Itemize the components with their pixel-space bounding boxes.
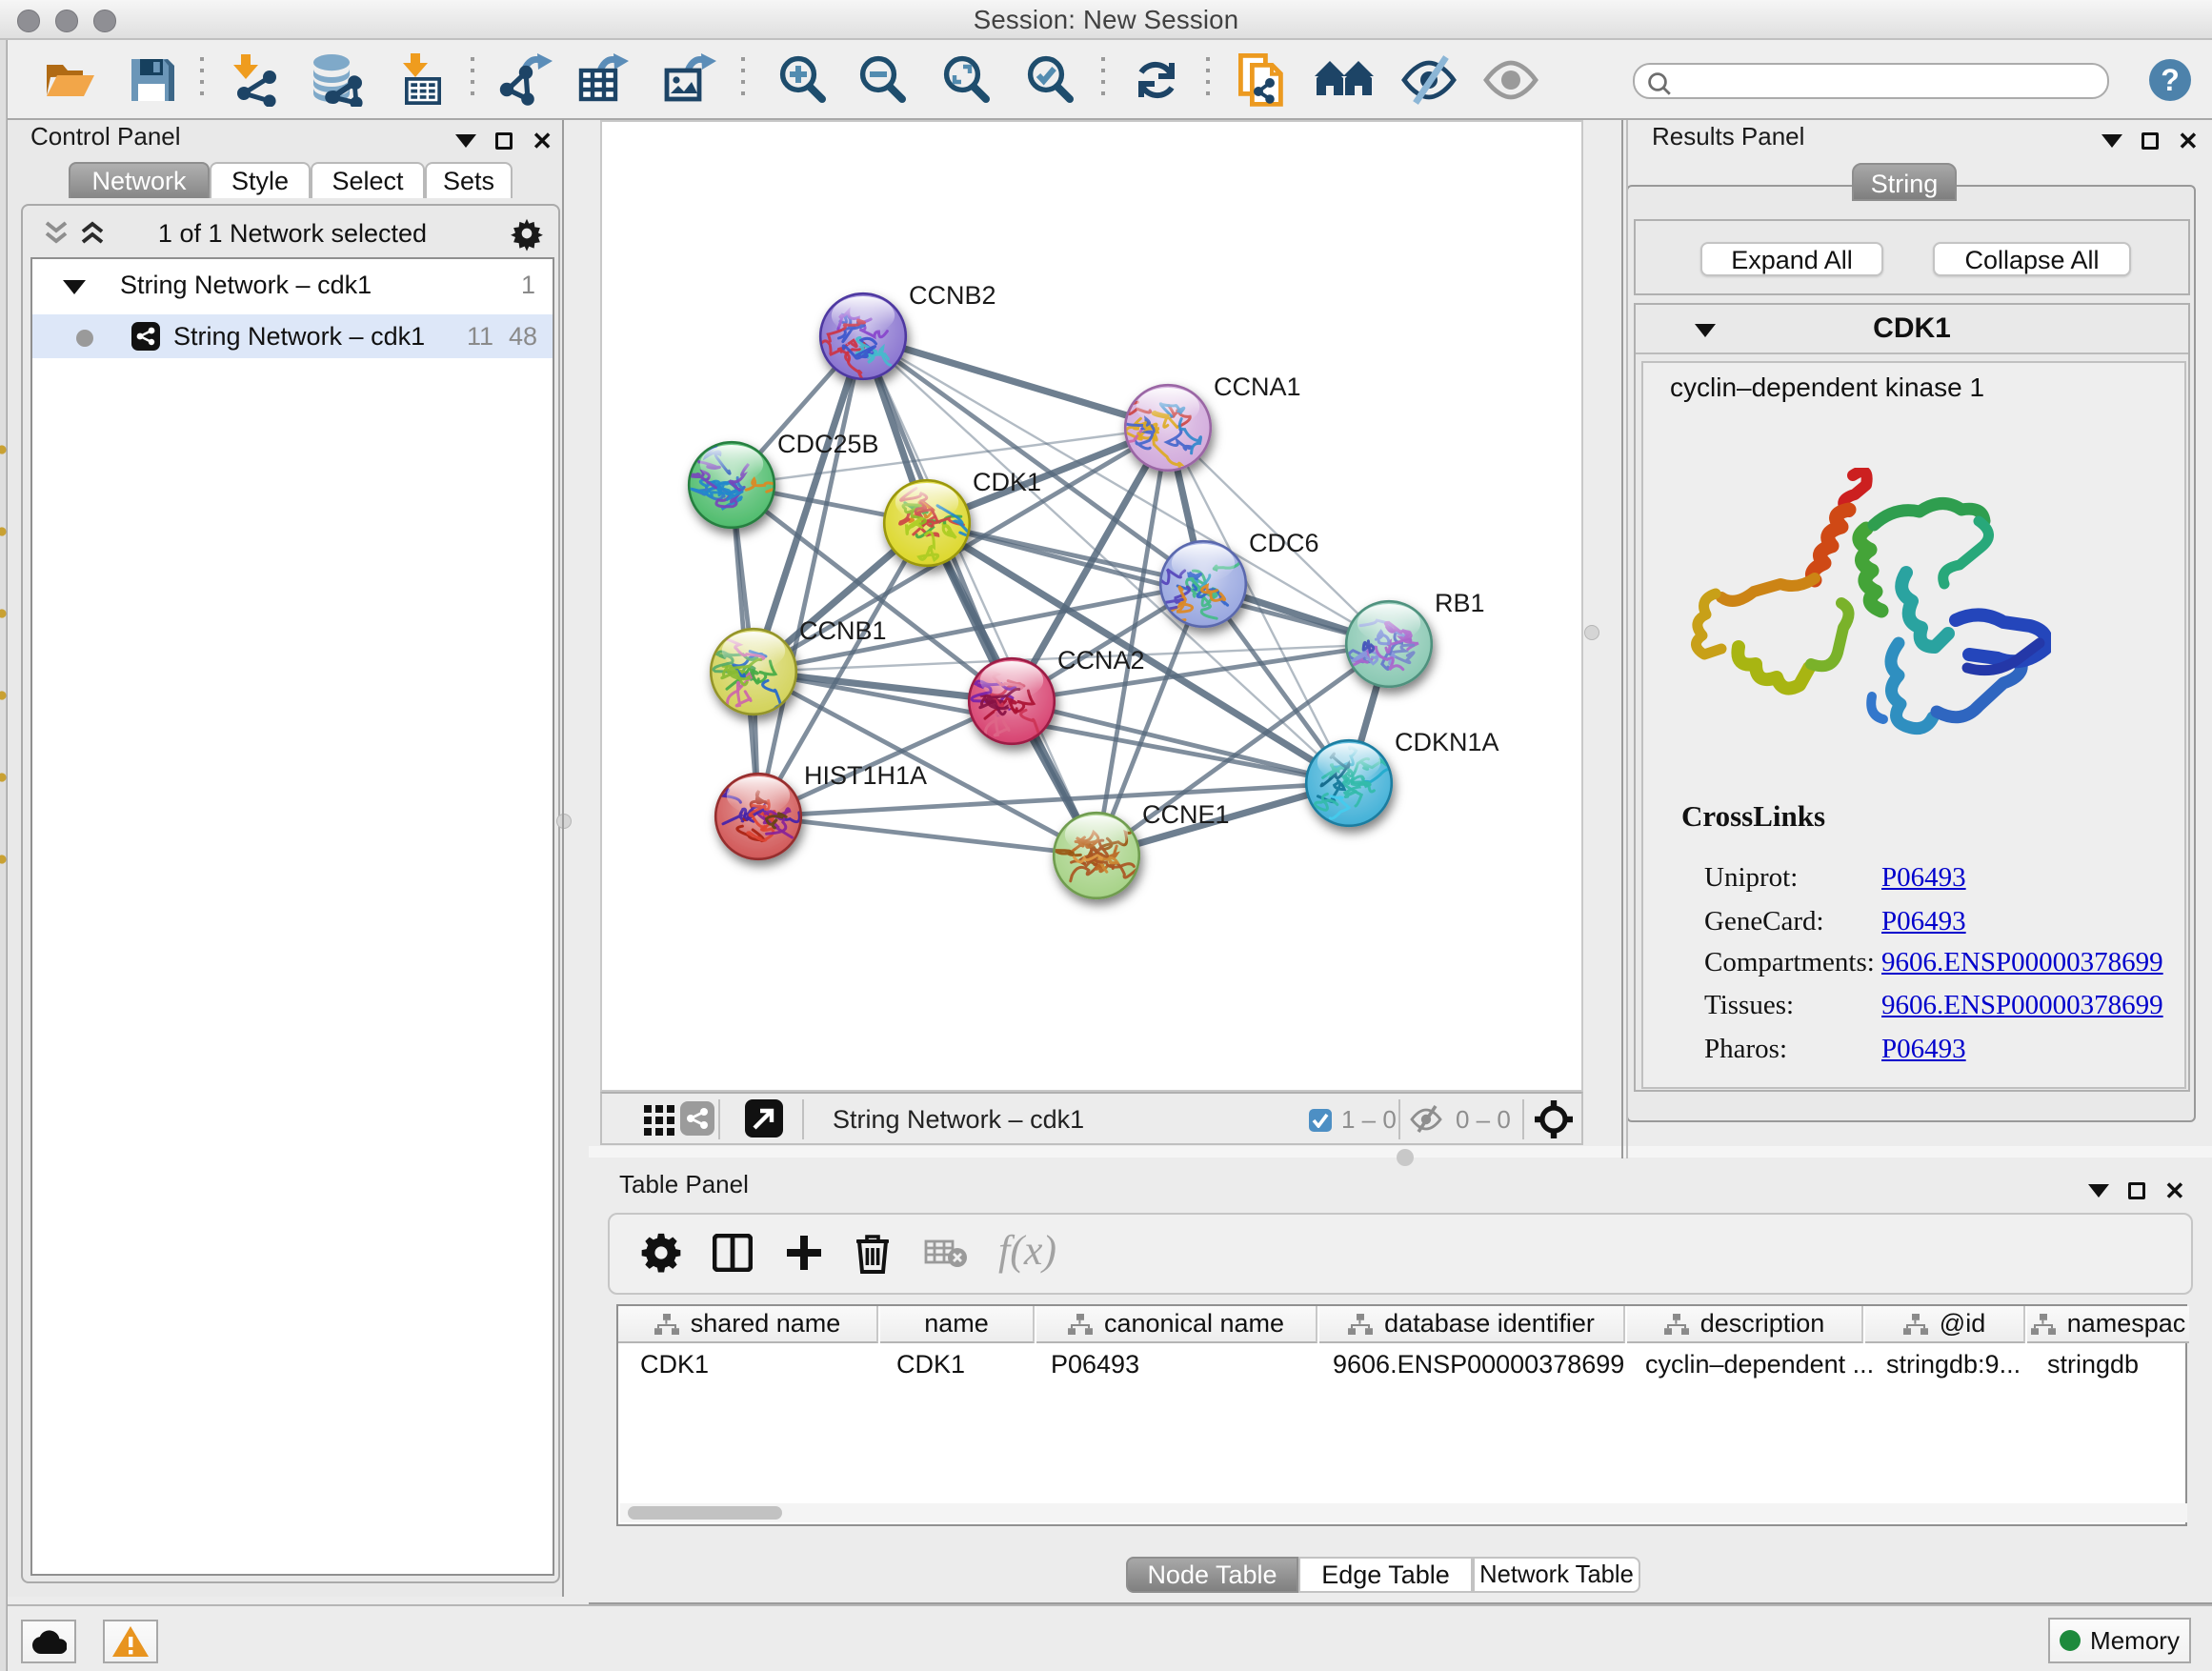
svg-text:CDKN1A: CDKN1A — [1395, 728, 1499, 756]
svg-text:CCNB2: CCNB2 — [909, 281, 996, 310]
svg-text:CCNB1: CCNB1 — [799, 616, 887, 645]
svg-text:CCNA2: CCNA2 — [1057, 646, 1145, 674]
svg-text:HIST1H1A: HIST1H1A — [804, 761, 927, 790]
svg-text:CDC6: CDC6 — [1249, 529, 1319, 557]
svg-text:RB1: RB1 — [1435, 589, 1485, 617]
svg-text:CDC25B: CDC25B — [777, 430, 879, 458]
svg-text:CCNE1: CCNE1 — [1142, 800, 1230, 829]
svg-text:CCNA1: CCNA1 — [1214, 372, 1301, 401]
svg-text:CDK1: CDK1 — [973, 468, 1041, 496]
